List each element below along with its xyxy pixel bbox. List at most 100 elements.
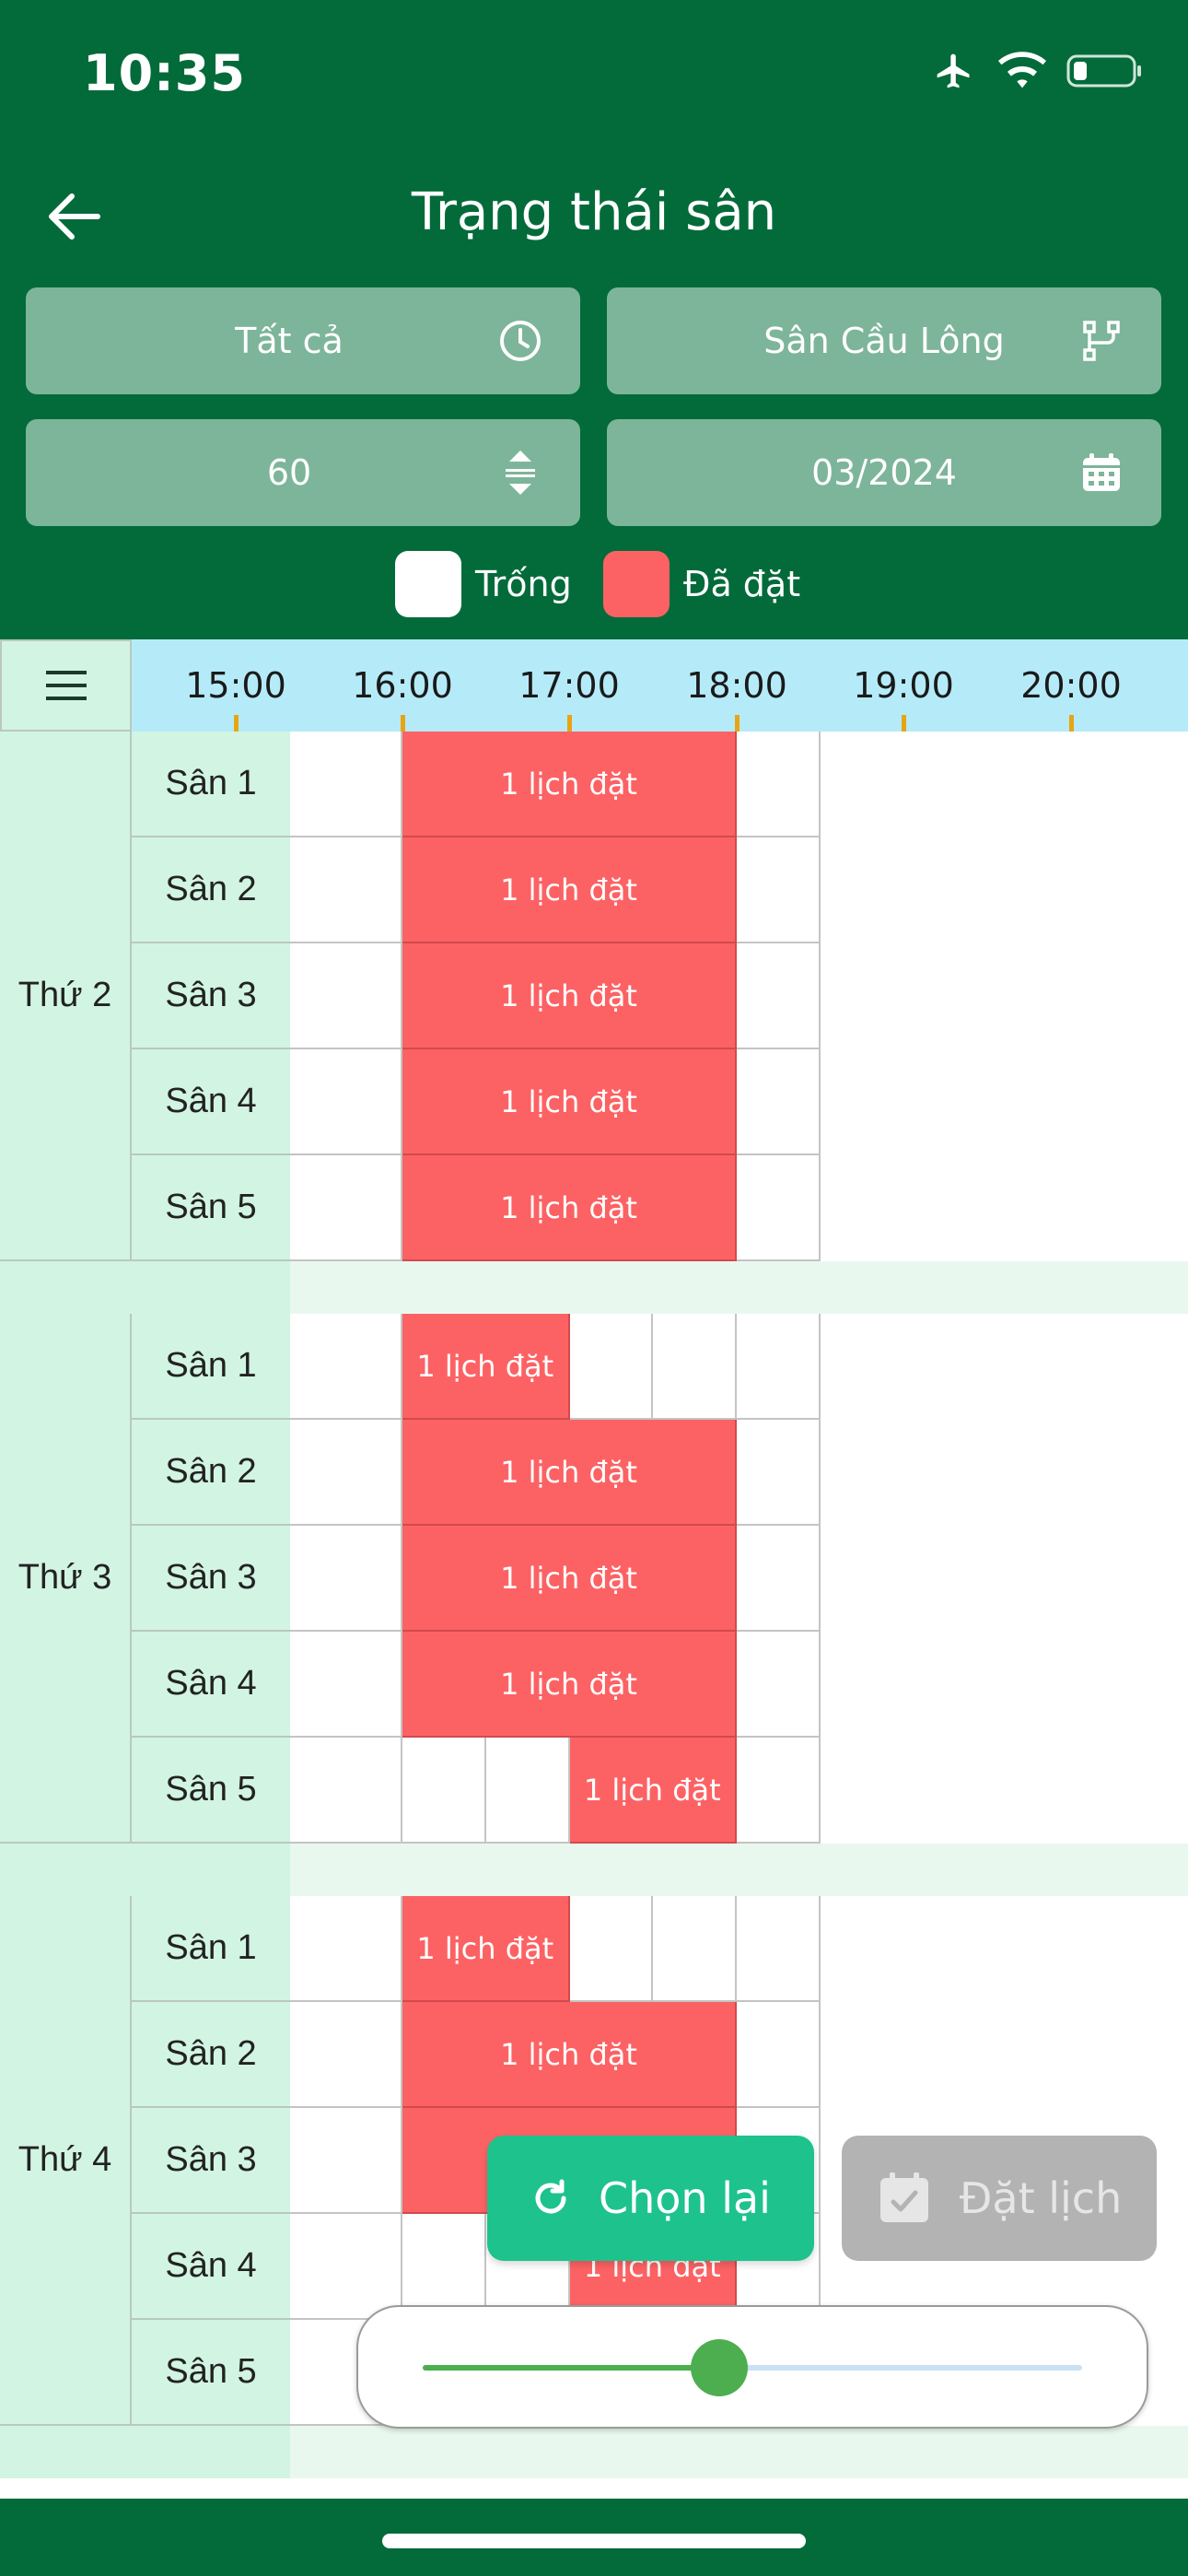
- empty-slot[interactable]: [653, 1314, 737, 1420]
- empty-slot[interactable]: [737, 943, 821, 1049]
- empty-slot[interactable]: [290, 2214, 402, 2320]
- reset-selection-button[interactable]: Chọn lại: [487, 2136, 814, 2261]
- empty-slot[interactable]: [737, 1420, 821, 1526]
- empty-slot[interactable]: [290, 1632, 402, 1738]
- empty-slot[interactable]: [290, 1155, 402, 1261]
- zoom-slider-thumb[interactable]: [691, 2339, 749, 2396]
- refresh-icon: [535, 2179, 566, 2214]
- legend-empty-label: Trống: [475, 564, 572, 604]
- empty-slot[interactable]: [402, 2214, 486, 2320]
- legend-booked-swatch: [603, 551, 670, 617]
- empty-slot[interactable]: [737, 1738, 821, 1844]
- empty-slot[interactable]: [737, 1314, 821, 1420]
- time-slot-label: 18:00: [686, 665, 787, 706]
- empty-slot[interactable]: [485, 1738, 570, 1844]
- empty-slot[interactable]: [290, 1420, 402, 1526]
- time-slot-label: 17:00: [518, 665, 620, 706]
- booked-slot[interactable]: 1 lịch đặt: [402, 1314, 570, 1420]
- booked-slot[interactable]: 1 lịch đặt: [402, 1155, 737, 1261]
- empty-slot[interactable]: [290, 1314, 402, 1420]
- court-label: Sân 4: [132, 2214, 290, 2320]
- booked-slot[interactable]: 1 lịch đặt: [402, 732, 737, 837]
- booked-slot[interactable]: 1 lịch đặt: [402, 1526, 737, 1632]
- status-icons: [930, 48, 1144, 98]
- court-label: Sân 1: [132, 1896, 290, 2002]
- zoom-slider-track[interactable]: [423, 2339, 1082, 2396]
- time-slot-label: 16:00: [352, 665, 453, 706]
- empty-slot[interactable]: [737, 1155, 821, 1261]
- time-tick: [567, 715, 572, 732]
- empty-slot[interactable]: [290, 732, 402, 837]
- court-label: Sân 2: [132, 837, 290, 943]
- time-slot-label: 15:00: [185, 665, 286, 706]
- legend: Trống Đã đặt: [0, 551, 1188, 621]
- empty-slot[interactable]: [290, 943, 402, 1049]
- day-separator-label-area: [0, 1844, 290, 1896]
- booked-slot[interactable]: 1 lịch đặt: [402, 943, 737, 1049]
- zoom-slider-fill: [423, 2365, 720, 2371]
- status-bar: 10:35: [0, 0, 1188, 138]
- empty-slot[interactable]: [653, 1896, 737, 2002]
- court-label: Sân 2: [132, 2002, 290, 2108]
- book-label: Đặt lịch: [959, 2173, 1123, 2223]
- empty-slot[interactable]: [290, 1738, 402, 1844]
- time-filter-button[interactable]: Tất cả: [26, 287, 580, 394]
- time-slot-label: 19:00: [853, 665, 954, 706]
- empty-slot[interactable]: [290, 1896, 402, 2002]
- hamburger-menu-icon: [45, 671, 87, 700]
- court-label: Sân 2: [132, 1420, 290, 1526]
- empty-slot[interactable]: [737, 1049, 821, 1155]
- reset-label: Chọn lại: [599, 2173, 771, 2223]
- empty-slot[interactable]: [290, 837, 402, 943]
- empty-slot[interactable]: [737, 2002, 821, 2108]
- empty-slot[interactable]: [737, 1896, 821, 2002]
- expand-vertical-icon: [497, 450, 543, 496]
- day-separator: [0, 2426, 1188, 2478]
- sport-filter-button[interactable]: Sân Cầu Lông: [607, 287, 1161, 394]
- day-label: Thứ 3: [0, 1314, 132, 1844]
- empty-slot[interactable]: [402, 1738, 486, 1844]
- empty-slot[interactable]: [569, 1314, 654, 1420]
- court-label: Sân 3: [132, 1526, 290, 1632]
- empty-slot[interactable]: [290, 1526, 402, 1632]
- time-tick: [1069, 715, 1074, 732]
- court-label: Sân 1: [132, 732, 290, 837]
- grid-menu-button[interactable]: [0, 639, 132, 732]
- book-button[interactable]: Đặt lịch: [842, 2136, 1157, 2261]
- battery-icon: [1066, 53, 1144, 94]
- booked-slot[interactable]: 1 lịch đặt: [402, 1420, 737, 1526]
- empty-slot[interactable]: [290, 1049, 402, 1155]
- time-filter-label: Tất cả: [235, 321, 344, 361]
- calendar-icon: [1078, 450, 1124, 496]
- home-indicator: [382, 2534, 806, 2548]
- empty-slot[interactable]: [737, 1632, 821, 1738]
- court-label: Sân 5: [132, 2320, 290, 2426]
- empty-slot[interactable]: [290, 2108, 402, 2214]
- day-label: Thứ 2: [0, 732, 132, 1261]
- booked-slot[interactable]: 1 lịch đặt: [402, 1896, 570, 2002]
- calendar-check-icon: [879, 2172, 928, 2222]
- empty-slot[interactable]: [569, 1896, 654, 2002]
- sport-filter-label: Sân Cầu Lông: [763, 321, 1005, 361]
- empty-slot[interactable]: [737, 1526, 821, 1632]
- booked-slot[interactable]: 1 lịch đặt: [402, 1632, 737, 1738]
- empty-slot[interactable]: [737, 732, 821, 837]
- time-slot-label: 20:00: [1020, 665, 1122, 706]
- booked-slot[interactable]: 1 lịch đặt: [569, 1738, 737, 1844]
- month-filter-button[interactable]: 03/2024: [607, 419, 1161, 526]
- booked-slot[interactable]: 1 lịch đặt: [402, 2002, 737, 2108]
- day-separator: [0, 1844, 1188, 1896]
- court-label: Sân 3: [132, 943, 290, 1049]
- airplane-mode-icon: [930, 51, 978, 96]
- clock-icon: [497, 318, 543, 364]
- court-label: Sân 4: [132, 1632, 290, 1738]
- day-separator-label-area: [0, 2426, 290, 2478]
- time-axis-header: 15:00 16:00 17:00 18:00 19:00 20:00: [132, 639, 1188, 732]
- empty-slot[interactable]: [290, 2002, 402, 2108]
- duration-filter-button[interactable]: 60: [26, 419, 580, 526]
- booked-slot[interactable]: 1 lịch đặt: [402, 1049, 737, 1155]
- court-label: Sân 3: [132, 2108, 290, 2214]
- time-tick: [902, 715, 906, 732]
- empty-slot[interactable]: [737, 837, 821, 943]
- booked-slot[interactable]: 1 lịch đặt: [402, 837, 737, 943]
